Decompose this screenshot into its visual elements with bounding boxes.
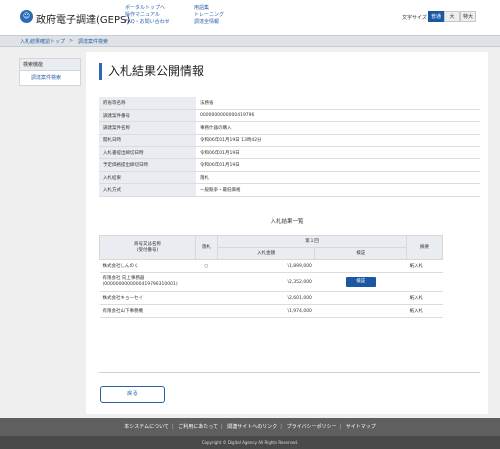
sidebar-item-case-search[interactable]: 調達案件検索 [20, 71, 80, 85]
portal-top-link[interactable]: ポータルトップへ [125, 5, 170, 12]
footer-divider: | [339, 424, 342, 430]
col-header-company: 商号又は名称 (受付番号) [99, 235, 196, 260]
page-title: 入札結果公開情報 [99, 63, 204, 80]
company-name: 株式会社しんのく [99, 259, 196, 273]
geps-logo-icon[interactable]: ☺ [20, 10, 33, 23]
info-row: 調達案件名称 事務什器の購入 [99, 121, 480, 135]
manual-link[interactable]: 操作マニュアル [125, 12, 170, 19]
col-header-remarks: 摘要 [406, 235, 443, 260]
remarks [406, 272, 443, 292]
training-link[interactable]: トレーニング [194, 12, 224, 19]
info-label: 府省等名称 [99, 97, 196, 110]
footer-link-terms[interactable]: ご利用にあたって [175, 418, 221, 436]
info-row: 調達案件番号 0000000000000419796 [99, 109, 480, 123]
breadcrumb-separator: > [69, 38, 74, 44]
info-label: 調達案件名称 [99, 121, 196, 135]
sidebar-heading: 検索機能 [20, 59, 80, 71]
footer-divider: | [280, 424, 282, 430]
info-row: 入札方式 一般競争・最低価格 [99, 183, 480, 197]
info-label: 入札結果 [99, 171, 196, 185]
table-row: 株式会社キョーセイ \2,601,000 紙入札 [99, 291, 443, 305]
footer-link-sitemap[interactable]: サイトマップ [343, 418, 379, 436]
col-header-detail: 検証 [314, 247, 408, 260]
faq-link[interactable]: FAQ・お問い合わせ [125, 19, 170, 26]
info-value: 0000000000000419796 [196, 109, 480, 123]
col-header-round: 第１回 [216, 235, 408, 248]
remarks: 紙入札 [406, 291, 443, 305]
bid-amount: \2,352,000 [217, 272, 315, 292]
bid-amount: \1,974,000 [217, 304, 315, 318]
info-row: 府省等名称 法務省 [99, 97, 480, 110]
detail-cell [314, 259, 407, 273]
company-name: 有限会社 向上事務器 (0000000000000419796310001) [99, 272, 196, 292]
procurement-info-link[interactable]: 調達全情報 [194, 19, 224, 26]
breadcrumb-item-results-top[interactable]: 入札結果確認トップ [20, 38, 65, 45]
results-caption: 入札結果一覧 [270, 219, 304, 225]
info-label: 開札日時 [99, 134, 196, 148]
table-row: 有限会社山下事務機 \1,974,000 紙入札 [99, 304, 443, 318]
winner-mark [195, 304, 218, 318]
info-row: 開札日時 令和06年01月19日 13時42分 [99, 134, 480, 148]
info-row: 入札結果 落札 [99, 171, 480, 185]
info-value: 落札 [196, 171, 480, 185]
info-value: 令和06年01月19日 13時42分 [196, 134, 480, 148]
info-label: 予定価格提出締切日時 [99, 158, 196, 172]
col-header-winner: 落札 [194, 235, 218, 260]
info-value: 令和06年01月19日 [196, 158, 480, 172]
font-size-normal-button[interactable]: 普通 [428, 11, 444, 22]
info-value: 事務什器の購入 [196, 121, 480, 135]
results-table: 商号又は名称 (受付番号) 落札 第１回 摘要 入札金額 検証 株式会社しんのく… [99, 235, 443, 318]
font-size-label: 文字サイズ [402, 15, 427, 21]
winner-mark [195, 291, 218, 305]
info-value: 一般競争・最低価格 [196, 183, 480, 197]
info-label: 入札方式 [99, 183, 196, 197]
bid-amount: \1,899,000 [217, 259, 315, 273]
winner-mark: ○ [195, 259, 218, 273]
detail-cell [314, 291, 407, 305]
detail-cell [314, 304, 407, 318]
header-links-primary: ポータルトップへ 操作マニュアル FAQ・お問い合わせ [125, 5, 170, 26]
table-row: 有限会社 向上事務器 (0000000000000419796310001) \… [99, 272, 443, 292]
footer-link-related-sites[interactable]: 関連サイトへのリンク [224, 418, 280, 436]
header: ☺ 政府電子調達(GEPS) ポータルトップへ 操作マニュアル FAQ・お問い合… [0, 0, 500, 35]
info-value: 法務省 [196, 97, 480, 110]
sidebar: 検索機能 調達案件検索 [19, 58, 81, 86]
company-name: 有限会社山下事務機 [99, 304, 196, 318]
main-panel: 入札結果公開情報 府省等名称 法務省 調達案件番号 0000000000000419… [86, 52, 488, 414]
font-size-switcher: 普通 大 特大 [428, 11, 476, 22]
bid-amount: \2,601,000 [217, 291, 315, 305]
breadcrumb: 入札結果確認トップ > 調達案件検索 [0, 35, 500, 47]
copyright: Copyright © Digital Agency All Rights Re… [0, 436, 500, 449]
footer-divider: | [220, 424, 223, 430]
verify-button[interactable]: 検証 [345, 277, 376, 287]
remarks: 紙入札 [406, 259, 443, 273]
footer-link-about[interactable]: 本システムについて [121, 418, 172, 436]
footer-divider: | [171, 424, 174, 430]
divider [99, 372, 480, 373]
remarks: 紙入札 [406, 304, 443, 318]
font-size-xlarge-button[interactable]: 特大 [460, 11, 476, 22]
info-row: 入札書提出締切日時 令和06年01月19日 [99, 146, 480, 160]
detail-cell: 検証 [314, 272, 407, 292]
back-button[interactable]: 戻る [100, 386, 165, 403]
footer-links: 本システムについて | ご利用にあたって | 関連サイトへのリンク | プライバシーポ… [0, 418, 500, 436]
info-label: 調達案件番号 [99, 109, 196, 123]
info-row: 予定価格提出締切日時 令和06年01月19日 [99, 158, 480, 172]
company-name: 株式会社キョーセイ [99, 291, 196, 305]
col-header-amount: 入札金額 [216, 247, 316, 260]
font-size-large-button[interactable]: 大 [444, 11, 460, 22]
case-info-table: 府省等名称 法務省 調達案件番号 0000000000000419796 調達案件名… [99, 97, 480, 197]
table-row: 株式会社しんのく ○ \1,899,000 紙入札 [99, 259, 443, 273]
header-links-secondary: 用語集 トレーニング 調達全情報 [194, 5, 224, 26]
winner-mark [195, 272, 218, 292]
info-value: 令和06年01月19日 [196, 146, 480, 160]
info-label: 入札書提出締切日時 [99, 146, 196, 160]
breadcrumb-item-case-search[interactable]: 調達案件検索 [78, 38, 108, 45]
site-title[interactable]: 政府電子調達(GEPS) [36, 11, 130, 26]
glossary-link[interactable]: 用語集 [194, 5, 224, 12]
footer-link-privacy[interactable]: プライバシーポリシー [284, 418, 340, 436]
